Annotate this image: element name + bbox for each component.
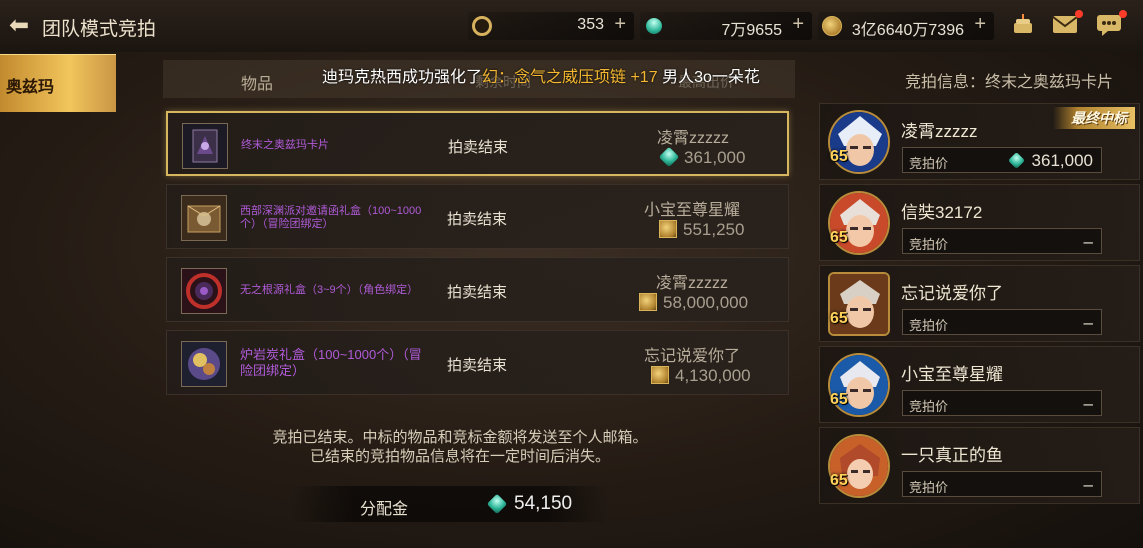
auction-item-row[interactable]: 无之根源礼盒（3~9个）（角色绑定） 拍卖结束 凌霄zzzzz 58,000,0…: [166, 257, 789, 322]
chat-notification-dot: [1119, 10, 1127, 18]
mail-icon[interactable]: [1052, 10, 1083, 37]
mail-notification-dot: [1075, 10, 1083, 18]
gem-icon: [486, 493, 508, 515]
gold-coin-icon: [822, 16, 842, 36]
gold-coin-icon: [651, 366, 669, 384]
bidder-card: 65 凌霄zzzzz 最终中标 竞拍价 361,000: [819, 103, 1140, 180]
auction-item-row[interactable]: 终末之奥兹玛卡片 拍卖结束 凌霄zzzzz 361,000: [166, 111, 789, 176]
auction-item-row[interactable]: 西部深渊派对邀请函礼盒（100~1000个）（冒险团绑定） 拍卖结束 小宝至尊星…: [166, 184, 789, 249]
add-gold-button[interactable]: +: [974, 13, 986, 36]
gold-currency: 3亿6640万7396 +: [818, 12, 994, 40]
gold-coin-icon: [659, 220, 677, 238]
bid-price-box: 竞拍价 –: [902, 471, 1102, 497]
page-title: 团队模式竞拍: [42, 19, 157, 40]
col-item-header: 物品: [241, 76, 274, 93]
payout-amount: 54,150: [514, 493, 573, 514]
payout-label: 分配金: [360, 501, 409, 518]
auction-end-notice: 竞拍已结束。中标的物品和竞标金额将发送至个人邮箱。 已结束的竞拍物品信息将在一定…: [272, 429, 648, 465]
bidder-card: 65 小宝至尊星耀 竞拍价 –: [819, 346, 1140, 423]
fire-stone-box-icon: [181, 341, 227, 387]
gem-icon: [658, 146, 680, 168]
gem-icon: [1007, 152, 1025, 169]
bidder-card: 65 一只真正的鱼 竞拍价 –: [819, 427, 1140, 504]
bid-price-box: 竞拍价 361,000: [902, 147, 1102, 173]
add-coupon-button[interactable]: +: [614, 13, 626, 36]
card-icon: [182, 123, 228, 169]
coupon-currency: 353 +: [468, 12, 634, 40]
void-origin-box-icon: [181, 268, 227, 314]
bid-price-box: 竞拍价 –: [902, 309, 1102, 335]
sidebar-item-ozma[interactable]: 奥兹玛: [0, 54, 116, 112]
final-winner-badge: 最终中标: [1053, 107, 1135, 129]
bid-price-box: 竞拍价 –: [902, 228, 1102, 254]
bid-price-box: 竞拍价 –: [902, 390, 1102, 416]
cake-icon[interactable]: [1010, 13, 1036, 37]
back-arrow-icon[interactable]: ⬅: [4, 12, 34, 40]
bidder-card: 65 信奘32172 竞拍价 –: [819, 184, 1140, 261]
gold-coin-icon: [639, 293, 657, 311]
gem-icon: [642, 14, 666, 38]
system-announcement: 迪玛克热西成功强化了幻：念气之威压项链 +17 男人3o一朵花: [322, 69, 760, 86]
top-bar: ⬅ 团队模式竞拍 353 + 7万9655 + 3亿6640万7396 +: [0, 0, 1143, 52]
chat-icon[interactable]: [1096, 10, 1127, 37]
coupon-icon: [472, 16, 492, 36]
gem-currency: 7万9655 +: [640, 12, 812, 40]
payout-bar: 分配金 54,150: [290, 486, 610, 522]
auction-item-row[interactable]: 炉岩炭礼盒（100~1000个）（冒险团绑定） 拍卖结束 忘记说爱你了 4,13…: [166, 330, 789, 395]
bidder-card: 65 忘记说爱你了 竞拍价 –: [819, 265, 1140, 342]
add-gem-button[interactable]: +: [792, 13, 804, 36]
bid-info-title: 竞拍信息：终末之奥兹玛卡片: [905, 74, 1114, 91]
invitation-box-icon: [181, 195, 227, 241]
